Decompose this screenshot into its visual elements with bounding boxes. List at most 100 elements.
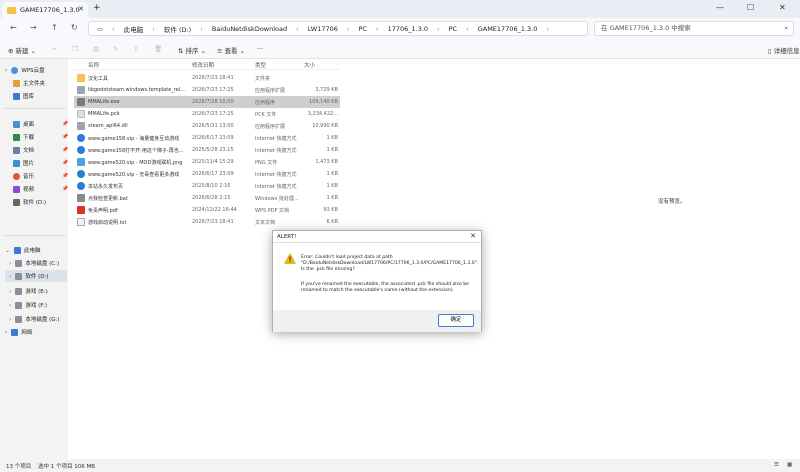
- breadcrumb[interactable]: 此电脑: [124, 24, 144, 34]
- download-icon: [13, 133, 20, 141]
- ok-button[interactable]: 确定: [438, 314, 474, 327]
- file-row[interactable]: www.game520.vip - MOD游戏联机.png 2025/11/4 …: [74, 156, 340, 168]
- rename-icon[interactable]: ✎: [113, 45, 118, 53]
- gallery-icon: [13, 92, 20, 100]
- sidebar-item-drive-f[interactable]: › 游戏 (F:): [9, 299, 47, 311]
- sidebar-item-drive-d[interactable]: › 软件 (D:): [5, 270, 67, 282]
- copy-icon[interactable]: ❐: [72, 45, 78, 53]
- file-name: 免责声明.pdf: [88, 208, 118, 214]
- forward-icon[interactable]: →: [30, 23, 37, 32]
- maximize-button[interactable]: ☐: [747, 3, 754, 12]
- file-name: www.game520.vip - MOD游戏联机.png: [88, 160, 183, 166]
- file-row[interactable]: 游戏启动说明.txt 2026/7/23 18:41 文本文档 6 KB: [74, 216, 340, 228]
- back-icon[interactable]: ←: [10, 23, 17, 32]
- file-date: 2025/5/28 23:15: [192, 147, 234, 153]
- details-view-icon[interactable]: ☰: [774, 462, 779, 468]
- file-row[interactable]: 免责声明.pdf 2024/12/22 16:44 WPS PDF 文档 93 …: [74, 204, 340, 216]
- file-size: 1 KB: [326, 147, 338, 153]
- search-input[interactable]: 在 GAME17706_1.3.0 中搜索 ⌕: [594, 21, 794, 36]
- dialog-title: ALERT! ✕: [273, 231, 481, 243]
- sidebar-item-drive-g[interactable]: › 本地磁盘 (G:): [9, 313, 60, 325]
- share-icon[interactable]: ⇪: [133, 45, 138, 53]
- tiles-view-icon[interactable]: ▦: [787, 462, 792, 468]
- chevron-right-icon[interactable]: ›: [5, 67, 7, 74]
- details-button[interactable]: ▯ 详细信息: [768, 45, 800, 55]
- sidebar-item-gallery[interactable]: 图库: [13, 90, 34, 102]
- column-header-date[interactable]: 修改日期: [192, 61, 214, 69]
- column-header-name[interactable]: 名称: [88, 61, 99, 69]
- file-row[interactable]: www.game520.vip - 无毒查看更多游戏 2026/6/17 23:…: [74, 168, 340, 180]
- sidebar-item-label: 图库: [23, 94, 35, 100]
- view-button[interactable]: ≡ 查看 ⌄: [217, 45, 245, 55]
- chevron-right-icon[interactable]: ›: [9, 316, 11, 323]
- file-name: 汉化工具: [88, 76, 109, 82]
- file-row[interactable]: www.game158打不开-用这个梯子-再也... 2025/5/28 23:…: [74, 144, 340, 156]
- dialog-close-button[interactable]: ✕: [470, 232, 476, 240]
- breadcrumb[interactable]: PC: [358, 25, 366, 33]
- sidebar-item-wps-cloud[interactable]: › WPS云盘: [5, 64, 45, 76]
- sidebar-item-label: 本地磁盘 (G:): [25, 317, 60, 323]
- file-row[interactable]: steam_api64.dll 2026/5/31 13:00 应用程序扩展 1…: [74, 120, 340, 132]
- tab-close-icon[interactable]: ✕: [78, 5, 84, 13]
- sidebar-item-downloads[interactable]: 下载: [13, 131, 34, 143]
- close-window-button[interactable]: ✕: [779, 3, 786, 12]
- file-date: 2026/7/28 10:50: [192, 99, 234, 105]
- divider: [4, 108, 66, 109]
- delete-icon[interactable]: 🗑: [154, 45, 162, 53]
- column-header-type[interactable]: 类型: [255, 61, 266, 69]
- home-icon: [13, 79, 20, 87]
- file-row[interactable]: libgodotsteam.windows.template_rel... 20…: [74, 84, 340, 96]
- file-type: PNG 文件: [255, 160, 278, 166]
- chevron-right-icon[interactable]: ›: [9, 302, 11, 309]
- sidebar-item-music[interactable]: 音乐: [13, 170, 34, 182]
- sidebar-item-home[interactable]: 主文件夹: [13, 77, 45, 89]
- cut-icon[interactable]: ✂: [52, 45, 57, 53]
- sidebar-item-this-pc[interactable]: ⌄ 此电脑: [5, 244, 41, 256]
- chevron-down-icon[interactable]: ⌄: [5, 247, 10, 254]
- breadcrumb[interactable]: PC: [449, 25, 457, 33]
- sidebar-item-drive-e[interactable]: › 游戏 (E:): [9, 285, 48, 297]
- chevron-right-icon[interactable]: ›: [5, 329, 7, 336]
- search-placeholder: 在 GAME17706_1.3.0 中搜索: [601, 24, 691, 32]
- sidebar-item-documents[interactable]: 文档: [13, 144, 34, 156]
- breadcrumb[interactable]: LW17706: [308, 25, 338, 33]
- sidebar-item-desktop[interactable]: 桌面: [13, 118, 34, 130]
- file-name: MMALife.exe: [88, 99, 120, 105]
- exe-file-icon: [77, 98, 85, 106]
- new-tab-button[interactable]: +: [93, 3, 101, 13]
- minimize-button[interactable]: —: [716, 3, 724, 12]
- drive-icon: [15, 301, 23, 309]
- column-header-size[interactable]: 大小: [304, 61, 315, 69]
- sidebar-item-pictures[interactable]: 图片: [13, 157, 34, 169]
- file-date: 2026/7/23 17:25: [192, 111, 234, 117]
- file-row[interactable]: 本站永久发布页 2025/8/10 2:16 Internet 快捷方式 1 K…: [74, 180, 340, 192]
- file-type: 应用程序扩展: [255, 124, 286, 130]
- alert-dialog: ALERT! ✕ Error: Couldn't load project da…: [272, 230, 482, 332]
- chevron-right-icon[interactable]: ›: [9, 260, 11, 267]
- file-row[interactable]: MMALife.exe 2026/7/28 10:50 应用程序 109,140…: [74, 96, 340, 108]
- refresh-icon[interactable]: ↻: [71, 23, 78, 32]
- breadcrumb[interactable]: 17706_1.3.0: [388, 25, 428, 33]
- file-row[interactable]: MMALife.pck 2026/7/23 17:25 PCK 文件 3,234…: [74, 108, 340, 120]
- header-divider: [74, 69, 340, 70]
- file-name: www.game158.vip - 海量健身互动游戏: [88, 136, 180, 142]
- file-row[interactable]: 点我检查更新.bat 2026/6/28 2:15 Windows 批处理...…: [74, 192, 340, 204]
- file-row[interactable]: 汉化工具 2026/7/23 18:41 文件夹: [74, 72, 340, 84]
- tab-current-folder[interactable]: GAME17706_1.3.0 ✕: [2, 2, 88, 18]
- address-bar[interactable]: ▭ › 此电脑 › 软件 (D:) › BaiduNetdiskDownload…: [88, 21, 588, 36]
- new-button[interactable]: ⊕ 新建 ⌄: [8, 45, 36, 55]
- sort-button[interactable]: ⇅ 排序 ⌄: [178, 45, 206, 55]
- more-button[interactable]: ···: [257, 45, 263, 53]
- chevron-right-icon[interactable]: ›: [9, 288, 11, 295]
- sidebar-item-drive-c[interactable]: › 本地磁盘 (C:): [9, 257, 59, 269]
- up-icon[interactable]: ↑: [51, 23, 58, 32]
- chevron-right-icon[interactable]: ›: [9, 273, 11, 280]
- breadcrumb[interactable]: BaiduNetdiskDownload: [212, 25, 287, 33]
- breadcrumb[interactable]: GAME17706_1.3.0: [478, 25, 538, 33]
- file-row[interactable]: www.game158.vip - 海量健身互动游戏 2026/6/17 23:…: [74, 132, 340, 144]
- paste-icon[interactable]: ▤: [93, 45, 99, 53]
- breadcrumb[interactable]: 软件 (D:): [164, 24, 191, 34]
- sidebar-item-videos[interactable]: 视频: [13, 183, 34, 195]
- sidebar-item-network[interactable]: › 网络: [5, 326, 32, 338]
- sidebar-item-drive-d-pinned[interactable]: 软件 (D:): [13, 196, 46, 208]
